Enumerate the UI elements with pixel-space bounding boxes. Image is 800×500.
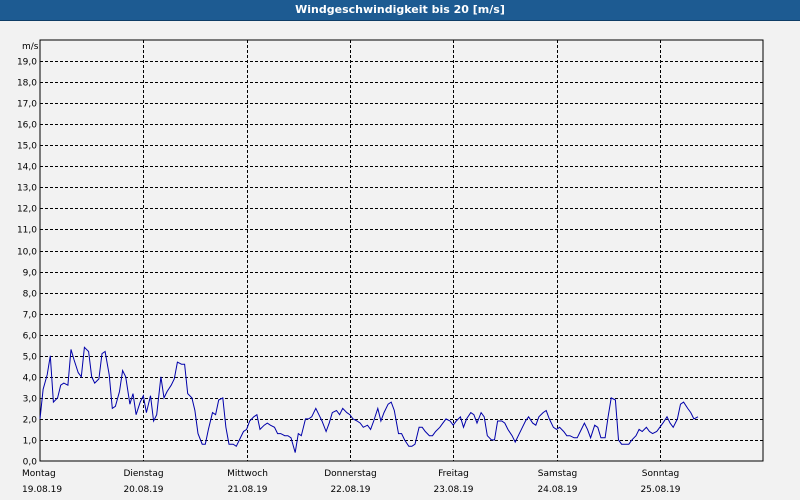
x-tick-day: Donnerstag xyxy=(324,469,377,479)
y-tick-label: 12,0 xyxy=(17,205,37,215)
y-tick-label: 19,0 xyxy=(17,58,37,68)
y-tick-label: 8,0 xyxy=(23,290,38,300)
y-tick-label: 0,0 xyxy=(23,458,38,468)
x-tick-day: Sonntag xyxy=(642,469,679,479)
x-tick-day: Freitag xyxy=(438,469,469,479)
x-tick-date: 20.08.19 xyxy=(123,485,163,495)
y-axis-ticks: 0,0 1,0 2,0 3,0 4,0 5,0 6,0 7,0 8,0 9,0 10,0 11,0 12… xyxy=(17,58,37,468)
y-tick-label: 2,0 xyxy=(23,416,38,426)
x-tick-day: Dienstag xyxy=(123,469,163,479)
y-tick-label: 15,0 xyxy=(17,142,37,152)
x-tick-day: Montag xyxy=(22,469,56,479)
x-tick-date: 22.08.19 xyxy=(330,485,370,495)
x-tick-date: 21.08.19 xyxy=(227,485,267,495)
y-tick-label: 16,0 xyxy=(17,121,37,131)
x-tick-date: 23.08.19 xyxy=(433,485,473,495)
y-tick-label: 10,0 xyxy=(17,248,37,258)
y-tick-label: 6,0 xyxy=(23,332,38,342)
y-axis-unit: m/s xyxy=(22,42,39,52)
y-tick-label: 11,0 xyxy=(17,226,37,236)
grid-lines xyxy=(40,40,763,461)
y-tick-label: 1,0 xyxy=(23,437,38,447)
x-tick-day: Mittwoch xyxy=(227,469,268,479)
y-tick-label: 5,0 xyxy=(23,353,38,363)
x-axis-ticks: Montag 19.08.19 Dienstag 20.08.19 Mittwoch 21… xyxy=(22,469,681,495)
y-tick-label: 9,0 xyxy=(23,269,38,279)
x-tick-day: Samstag xyxy=(538,469,577,479)
y-tick-label: 3,0 xyxy=(23,395,38,405)
y-tick-label: 14,0 xyxy=(17,163,37,173)
x-tick-date: 25.08.19 xyxy=(640,485,680,495)
y-tick-label: 18,0 xyxy=(17,79,37,89)
wind-speed-line xyxy=(39,346,699,453)
x-tick-date: 24.08.19 xyxy=(537,485,577,495)
y-tick-label: 17,0 xyxy=(17,100,37,110)
y-tick-label: 13,0 xyxy=(17,184,37,194)
y-tick-label: 4,0 xyxy=(23,374,38,384)
y-tick-label: 7,0 xyxy=(23,311,38,321)
x-tick-date: 19.08.19 xyxy=(22,485,62,495)
wind-speed-chart: m/s 0,0 1,0 2,0 3,0 4,0 5,0 6,0 7,0 8,0 9,0 10,0 11… xyxy=(17,39,764,495)
